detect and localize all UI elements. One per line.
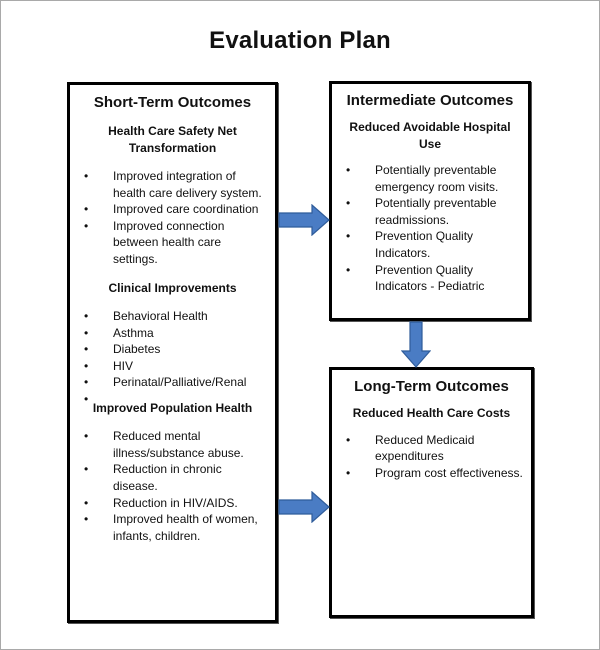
list-item: • Behavioral Health [70,308,275,325]
list-item: • Reduction in HIV/AIDS. [70,495,275,512]
list-item-text: Reduction in HIV/AIDS. [113,495,238,510]
bullet-icon: • [84,342,89,357]
list-item: • Improved connection between health care… [70,218,275,268]
list-item-text: Potentially preventable emergency room v… [375,163,499,194]
bullet-icon: • [84,512,89,527]
bullet-icon: • [84,392,89,407]
list-item: • Perinatal/Palliative/Renal [70,374,275,391]
list-item: • Prevention Quality Indicators - Pediatr… [332,262,528,295]
list-item-text: Reduction in chronic disease. [113,462,222,493]
clinical-improvements-list: • Behavioral Health • Asthma • Diabetes • HI… [70,308,275,408]
bullet-icon: • [346,262,351,277]
bullet-icon: • [84,429,89,444]
list-item: • Reduced mental illness/substance abuse. [70,428,275,461]
list-item-empty: • [70,391,275,408]
list-item-text: Prevention Quality Indicators. [375,229,474,260]
list-item-text: Improved care coordination [113,202,259,217]
long-term-outcomes-box: Long-Term Outcomes Reduced Health Care C… [329,367,534,618]
list-item-text: Improved connection between health care … [113,218,225,266]
reduced-costs-heading: Reduced Health Care Costs [352,406,511,420]
bullet-icon: • [346,465,351,480]
list-item: • Improved integration of health care del… [70,168,275,201]
arrow-down-icon [401,321,431,368]
arrow-right-icon [278,491,330,523]
bullet-icon: • [84,462,89,477]
bullet-icon: • [84,358,89,373]
bullet-icon: • [346,163,351,177]
bullet-icon: • [84,218,89,233]
short-term-outcomes-box: Short-Term Outcomes Health Care Safety N… [67,82,278,623]
list-item: • Reduction in chronic disease. [70,461,275,494]
list-item: • Program cost effectiveness. [332,465,531,482]
list-item-text: Reduced mental illness/substance abuse. [113,429,244,460]
list-item: • Improved care coordination [70,201,275,218]
arrow-right-icon [278,204,330,236]
clinical-improvements-heading: Clinical Improvements [108,280,237,295]
list-item: • Diabetes [70,341,275,358]
safety-net-heading: Health Care Safety Net Transformation [108,124,237,155]
list-item-text: Improved health of women, infants, child… [113,512,258,543]
bullet-icon: • [84,325,89,340]
reduced-hospital-use-heading: Reduced Avoidable Hospital Use [349,120,511,151]
list-item-text: Reduced Medicaid expenditures [375,432,475,464]
short-term-title: Short-Term Outcomes [93,94,252,111]
bullet-icon: • [346,229,351,244]
bullet-icon: • [84,169,89,183]
list-item-text: Prevention Quality Indicators - Pediatri… [375,262,485,294]
list-item-text: Diabetes [113,342,161,357]
list-item-text: Potentially preventable readmissions. [375,196,497,227]
list-item: • Reduced Medicaid expenditures [332,432,531,465]
long-term-list: • Reduced Medicaid expenditures • Program … [332,432,531,482]
bullet-icon: • [84,202,89,217]
list-item-text: Improved integration of health care deli… [113,169,262,200]
bullet-icon: • [84,375,89,390]
list-item: • Potentially preventable readmissions. [332,195,528,228]
list-item: • HIV [70,358,275,375]
list-item-text [113,392,116,406]
intermediate-title: Intermediate Outcomes [346,92,514,109]
population-health-list: • Reduced mental illness/substance abuse.… [70,428,275,544]
list-item-text: Behavioral Health [113,309,208,324]
list-item-text: Asthma [113,325,154,340]
long-term-title: Long-Term Outcomes [354,378,509,395]
list-item: • Potentially preventable emergency room … [332,162,528,195]
bullet-icon: • [346,432,351,447]
bullet-icon: • [84,495,89,510]
intermediate-list: • Potentially preventable emergency room … [332,162,528,295]
list-item: • Prevention Quality Indicators. [332,228,528,261]
page-title: Evaluation Plan [209,27,391,54]
list-item: • Asthma [70,325,275,342]
intermediate-outcomes-box: Intermediate Outcomes Reduced Avoidable … [329,81,531,321]
list-item-text: HIV [113,358,134,373]
list-item-text: Perinatal/Palliative/Renal [113,375,247,390]
bullet-icon: • [346,196,351,211]
list-item: • Improved health of women, infants, chil… [70,511,275,544]
bullet-icon: • [84,309,89,324]
safety-net-list: • Improved integration of health care del… [70,168,275,268]
list-item-text: Program cost effectiveness. [375,465,523,480]
